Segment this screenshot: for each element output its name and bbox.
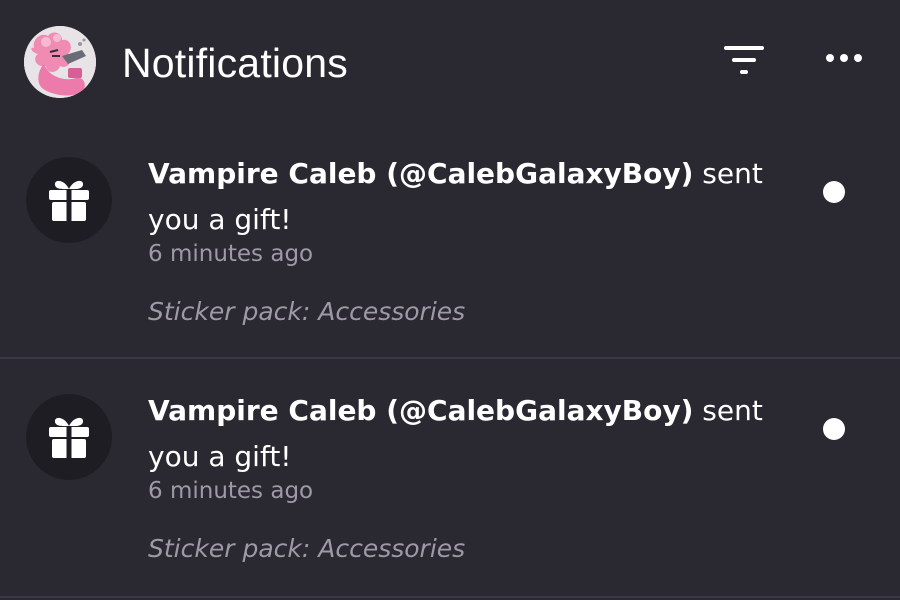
notification-item[interactable]: Vampire Caleb (@CalebGalaxyBoy) sent you… xyxy=(0,360,900,596)
gift-icon xyxy=(49,417,89,458)
notification-sender[interactable]: Vampire Caleb (@CalebGalaxyBoy) xyxy=(148,394,693,427)
page-title: Notifications xyxy=(122,40,348,86)
gift-icon-container xyxy=(26,394,112,480)
notification-text: Vampire Caleb (@CalebGalaxyBoy) sent you… xyxy=(148,388,788,480)
gift-icon xyxy=(49,180,89,221)
notification-sender[interactable]: Vampire Caleb (@CalebGalaxyBoy) xyxy=(148,157,693,190)
divider xyxy=(0,357,900,359)
gift-icon-container xyxy=(26,157,112,243)
notification-detail: Sticker pack: Accessories xyxy=(148,297,466,326)
notification-item[interactable]: Vampire Caleb (@CalebGalaxyBoy) sent you… xyxy=(0,123,900,359)
unread-indicator xyxy=(823,181,845,203)
notification-time: 6 minutes ago xyxy=(148,241,314,267)
avatar-image xyxy=(24,26,96,98)
filter-icon xyxy=(724,46,764,74)
notification-detail: Sticker pack: Accessories xyxy=(148,534,466,563)
notification-text: Vampire Caleb (@CalebGalaxyBoy) sent you… xyxy=(148,151,788,243)
more-options-button[interactable] xyxy=(820,38,876,78)
unread-indicator xyxy=(823,418,845,440)
header: Notifications xyxy=(0,0,900,124)
notification-time: 6 minutes ago xyxy=(148,478,314,504)
avatar[interactable] xyxy=(24,26,96,98)
more-options-icon xyxy=(826,54,862,62)
notifications-screen: Notifications Vampire Caleb (@CalebGalax… xyxy=(0,0,900,600)
divider xyxy=(0,596,900,598)
filter-button[interactable] xyxy=(716,38,772,86)
